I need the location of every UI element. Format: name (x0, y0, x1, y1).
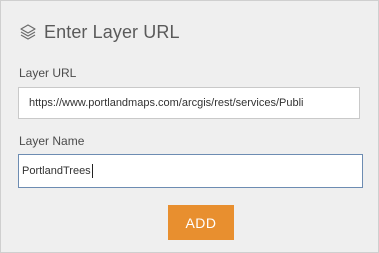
panel-header: Enter Layer URL (18, 19, 180, 45)
layer-url-value: https://www.portlandmaps.com/arcgis/rest… (29, 97, 304, 109)
layers-icon (18, 22, 38, 42)
layer-name-label: Layer Name (19, 134, 85, 148)
layer-name-input[interactable]: PortlandTrees (18, 154, 363, 188)
layer-url-label: Layer URL (19, 66, 77, 80)
add-button[interactable]: ADD (168, 205, 234, 240)
panel-title: Enter Layer URL (44, 21, 180, 42)
text-caret (91, 164, 93, 179)
enter-layer-url-panel: Enter Layer URL Layer URL https://www.po… (0, 0, 379, 253)
layer-name-value: PortlandTrees (22, 165, 91, 177)
layer-url-input[interactable]: https://www.portlandmaps.com/arcgis/rest… (18, 87, 360, 119)
